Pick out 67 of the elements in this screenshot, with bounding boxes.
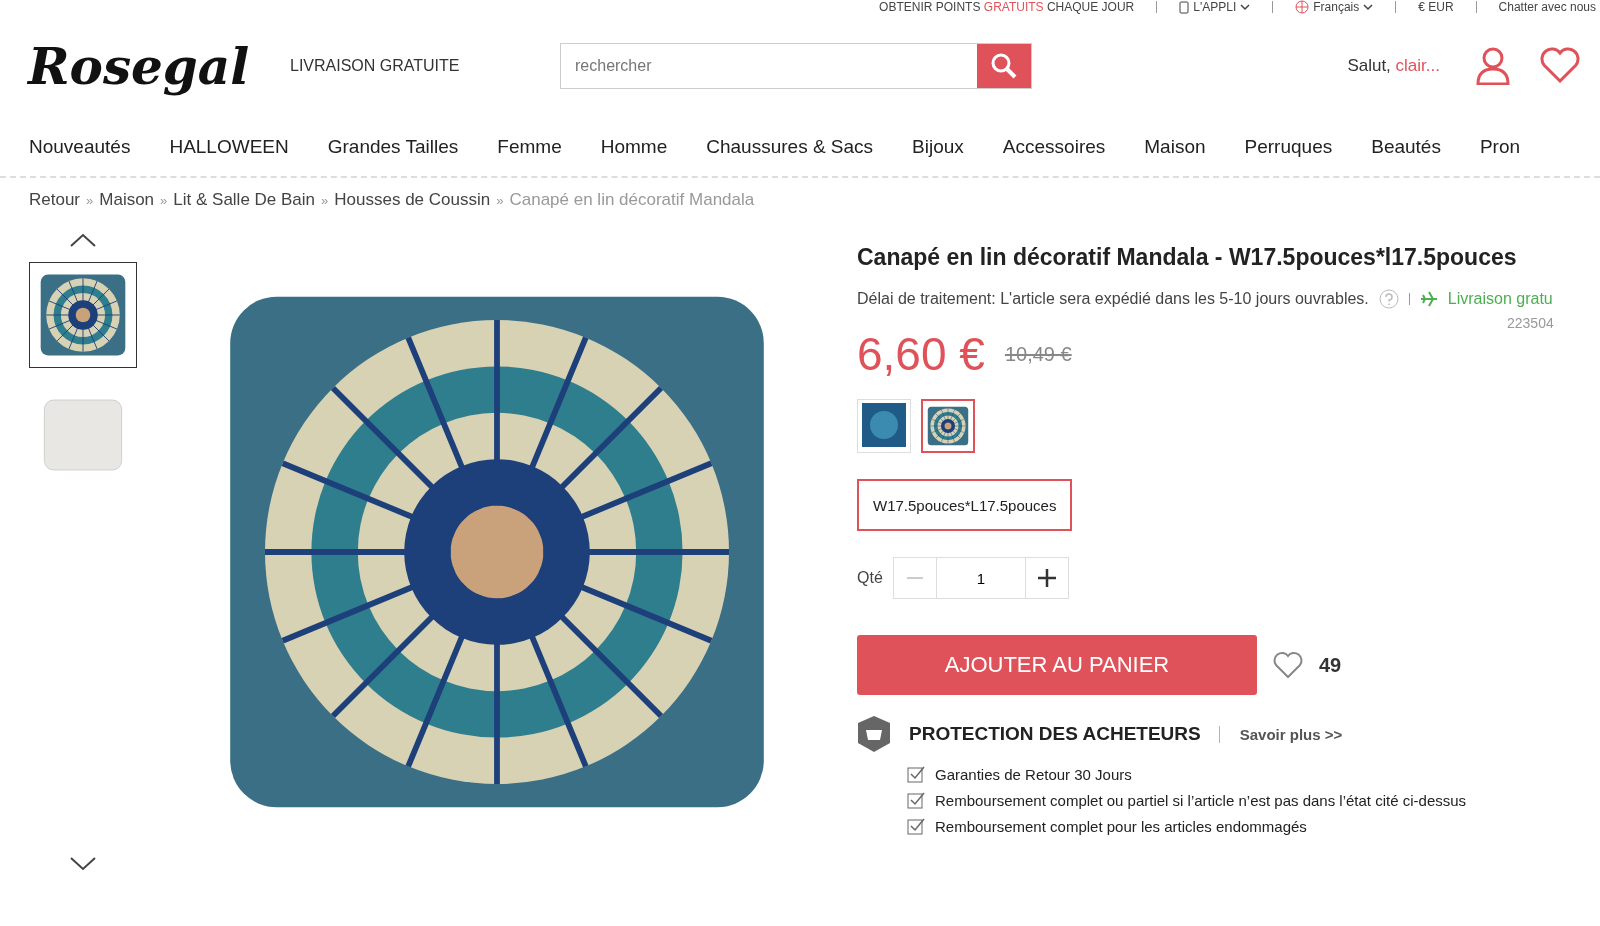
heart-icon[interactable] xyxy=(1273,651,1303,679)
nav-link[interactable]: Bijoux xyxy=(912,136,964,176)
checkbox-icon xyxy=(907,817,925,835)
nav-link[interactable]: Grandes Tailles xyxy=(327,136,459,176)
breadcrumb-link[interactable]: Lit & Salle De Bain xyxy=(173,190,316,210)
chat-link[interactable]: Chatter avec nous xyxy=(1498,0,1596,14)
heart-icon[interactable] xyxy=(1540,47,1580,83)
minus-icon xyxy=(906,577,923,579)
shipping-label: Livraison gratu xyxy=(1447,290,1553,308)
caret-icon xyxy=(1240,3,1251,11)
globe-icon xyxy=(1295,0,1310,14)
breadcrumb-separator: » xyxy=(160,192,168,208)
app-link[interactable]: L'APPLI xyxy=(1193,0,1237,14)
logo[interactable]: Rosegal xyxy=(28,36,268,96)
search-icon xyxy=(990,52,1018,80)
checkbox-icon xyxy=(907,765,925,783)
nav-link[interactable]: Femme xyxy=(497,136,562,176)
product-title: Canapé en lin décoratif Mandala - W17.5pouces*l17.5pouces xyxy=(857,244,1517,271)
checkbox-icon xyxy=(907,791,925,809)
chevron-down-icon[interactable] xyxy=(69,856,97,872)
add-to-cart-button[interactable]: AJOUTER AU PANIER xyxy=(857,635,1257,695)
protection-item: Garanties de Retour 30 Jours xyxy=(935,765,1132,783)
nav-link[interactable]: HALLOWEEN xyxy=(169,136,289,176)
breadcrumb-separator: » xyxy=(86,192,94,208)
nav-link[interactable]: Nouveautés xyxy=(29,136,131,176)
plus-icon xyxy=(1037,569,1056,587)
greeting[interactable]: Salut, clair... xyxy=(1347,56,1440,76)
nav-link[interactable]: Beautés xyxy=(1371,136,1441,176)
nav-link[interactable]: Maison xyxy=(1144,136,1206,176)
currency-select[interactable]: € EUR xyxy=(1418,0,1454,14)
swatch-image xyxy=(926,404,970,448)
protection-item: Remboursement complet pour les articles endommagés xyxy=(935,817,1307,835)
quantity-label: Qté xyxy=(857,569,883,587)
chevron-up-icon[interactable] xyxy=(69,232,97,248)
phone-icon xyxy=(1179,0,1190,14)
user-icon[interactable] xyxy=(1476,47,1510,85)
search-button[interactable] xyxy=(977,44,1031,88)
quantity-input[interactable]: 1 xyxy=(935,558,1026,598)
nav-link[interactable]: Homme xyxy=(600,136,668,176)
learn-more-link[interactable]: Savoir plus >> xyxy=(1218,725,1343,743)
nav-link[interactable]: Chaussures & Sacs xyxy=(706,136,874,176)
nav-link[interactable]: Accessoires xyxy=(1002,136,1106,176)
nav-link[interactable]: Perruques xyxy=(1244,136,1333,176)
nav-link[interactable]: Pron xyxy=(1479,136,1521,176)
like-count: 49 xyxy=(1319,653,1342,677)
breadcrumb-link[interactable]: Maison xyxy=(99,190,155,210)
price: 6,60 € xyxy=(857,327,985,381)
breadcrumb-link[interactable]: Retour xyxy=(29,190,81,210)
plane-icon xyxy=(1419,290,1438,308)
search-field[interactable]: rechercher xyxy=(560,43,1032,89)
protection-item: Remboursement complet ou partiel si l’article n’est pas dans l’état cité ci-dessus xyxy=(935,791,1467,809)
shield-basket-icon xyxy=(857,715,891,753)
old-price: 10,49 € xyxy=(1004,342,1072,366)
quantity-stepper[interactable]: 1 xyxy=(892,557,1069,599)
color-swatch[interactable] xyxy=(921,399,975,453)
product-code: 223504 xyxy=(1507,315,1554,331)
breadcrumb-separator: » xyxy=(496,192,504,208)
breadcrumb-separator: » xyxy=(321,192,329,208)
free-shipping-label: LIVRAISON GRATUITE xyxy=(290,57,461,75)
points-promo[interactable]: OBTENIR POINTS GRATUITS CHAQUE JOUR xyxy=(879,0,1135,14)
thumbnail[interactable] xyxy=(29,262,137,368)
language-select[interactable]: Français xyxy=(1313,0,1360,14)
caret-icon xyxy=(1363,3,1374,11)
processing-time: Délai de traitement: L'article sera expédié dans les 5-10 jours ouvrables. xyxy=(857,290,1369,308)
protection-title: PROTECTION DES ACHETEURS xyxy=(909,723,1201,745)
size-option[interactable]: W17.5pouces*L17.5pouces xyxy=(857,479,1073,531)
breadcrumb-link[interactable]: Housses de Coussin xyxy=(334,190,491,210)
